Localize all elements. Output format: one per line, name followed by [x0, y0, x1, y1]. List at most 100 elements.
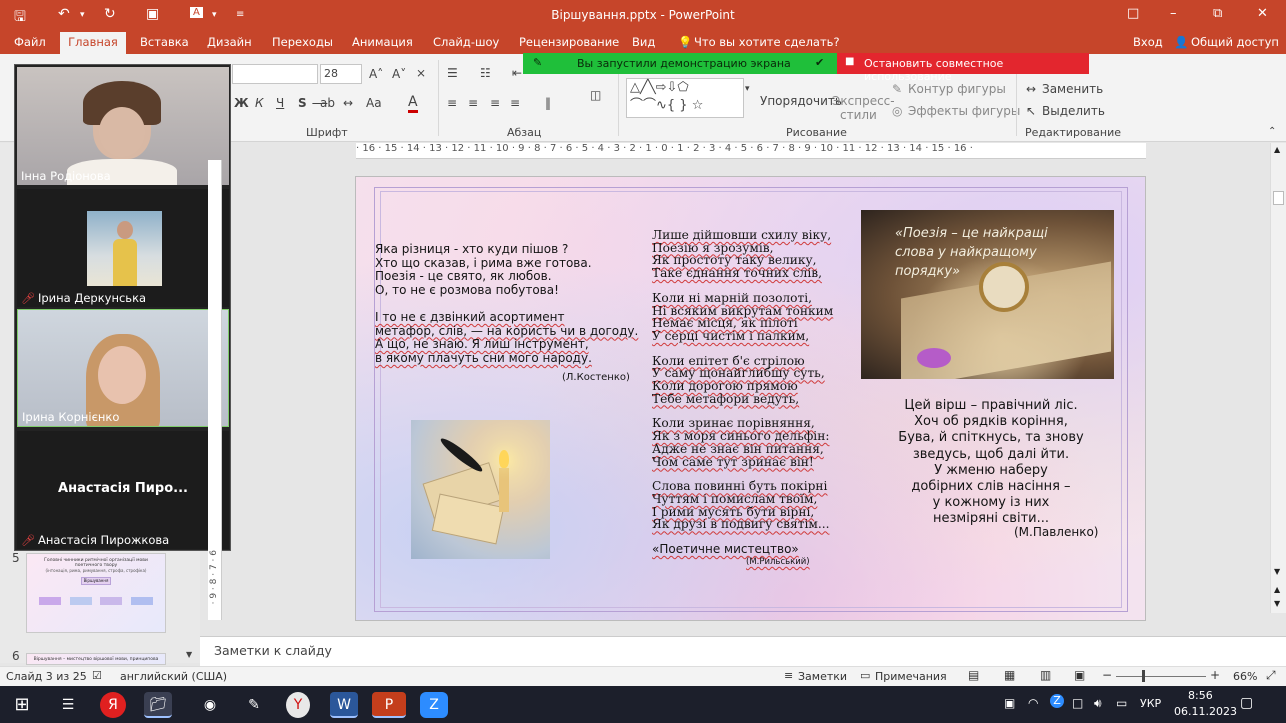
- notes-toggle[interactable]: Заметки: [798, 670, 847, 683]
- tab-slideshow[interactable]: Слайд-шоу: [433, 35, 499, 49]
- zoom-app-icon[interactable]: Z: [420, 692, 448, 718]
- spellcheck-icon[interactable]: ☑: [92, 669, 102, 682]
- shapes-gallery[interactable]: △╱╲⇨⇩⬠ ⌒⌒∿{ } ☆: [626, 78, 744, 118]
- tab-view[interactable]: Вид: [632, 35, 655, 49]
- align-center-icon[interactable]: ≡: [468, 96, 478, 110]
- zoom-slider[interactable]: [1116, 676, 1206, 677]
- zoom-in-button[interactable]: +: [1210, 668, 1220, 682]
- shrink-font-icon[interactable]: A˅: [392, 67, 406, 81]
- tab-design[interactable]: Дизайн: [207, 35, 252, 49]
- clear-format-icon[interactable]: ⨯: [416, 66, 426, 80]
- slide-thumbnail-6[interactable]: Віршування – мистецтво віршової мови, пр…: [26, 653, 166, 665]
- input-language[interactable]: УКР: [1140, 697, 1161, 710]
- slide-sorter-icon[interactable]: ▦: [1004, 668, 1015, 682]
- notes-pane[interactable]: Заметки к слайду: [200, 636, 1286, 666]
- notifications-icon[interactable]: ▢: [1240, 695, 1253, 711]
- network-icon[interactable]: □: [1072, 696, 1083, 710]
- paint-icon[interactable]: ✎: [240, 692, 268, 718]
- restore-icon[interactable]: ⧉: [1213, 6, 1222, 21]
- spacing-icon[interactable]: ↔: [343, 96, 353, 110]
- shape-effects-button[interactable]: Эффекты фигуры: [908, 104, 1020, 118]
- zoom-slider-thumb[interactable]: [1142, 670, 1145, 682]
- word-icon[interactable]: W: [330, 692, 358, 718]
- collapse-ribbon-icon[interactable]: ⌃: [1268, 126, 1276, 137]
- left-poem[interactable]: Яка різниця - хто куди пішов ? Хто що ск…: [375, 242, 638, 365]
- participant-tile[interactable]: Анастасія Пиро... 🎤︎ Анастасія Пирожкова: [17, 431, 229, 549]
- stop-sharing-button[interactable]: ■ Остановить совместное использование: [837, 53, 1089, 83]
- language-status[interactable]: английский (США): [120, 670, 227, 683]
- align-left-icon[interactable]: ≡: [447, 96, 457, 110]
- slideshow-icon[interactable]: ▣: [1074, 668, 1085, 682]
- comments-toggle[interactable]: Примечания: [875, 670, 947, 683]
- numbering-icon[interactable]: ☷: [480, 66, 491, 80]
- tell-me-search[interactable]: Что вы хотите сделать?: [694, 35, 840, 49]
- windows-start-icon[interactable]: ⊞: [8, 692, 36, 718]
- thumb-scroll-down-icon[interactable]: ▼: [186, 650, 192, 659]
- tab-home[interactable]: Главная: [60, 32, 126, 54]
- shapes-more-icon[interactable]: ▾: [745, 84, 750, 94]
- tab-insert[interactable]: Вставка: [140, 35, 189, 49]
- middle-poem[interactable]: Лише дійшовши схилу віку, Поезію я зрозу…: [652, 229, 833, 568]
- zoom-out-button[interactable]: −: [1102, 668, 1112, 682]
- grow-font-icon[interactable]: A˄: [369, 67, 383, 81]
- powerpoint-icon[interactable]: P: [372, 692, 406, 718]
- scroll-down-icon[interactable]: ▼: [1274, 567, 1280, 576]
- strikethrough-icon[interactable]: ̶a̶b: [320, 96, 335, 110]
- shadow-button[interactable]: S: [298, 96, 307, 110]
- replace-button[interactable]: Заменить: [1042, 82, 1103, 96]
- vertical-scrollbar[interactable]: ▲ ▼ ▲ ▼: [1270, 143, 1286, 613]
- clock-date[interactable]: 06.11.2023: [1174, 705, 1237, 718]
- right-poem[interactable]: Цей вірш – правічний ліс. Хоч об рядків …: [876, 398, 1106, 528]
- reading-view-icon[interactable]: ▥: [1040, 668, 1051, 682]
- clock-time[interactable]: 8:56: [1188, 689, 1213, 702]
- battery-icon[interactable]: ▭: [1116, 696, 1127, 710]
- yandex-icon[interactable]: Я: [100, 692, 126, 718]
- align-right-icon[interactable]: ≡: [490, 96, 500, 110]
- shape-outline-button[interactable]: Контур фигуры: [908, 82, 1006, 96]
- scroll-up-icon[interactable]: ▲: [1274, 145, 1280, 154]
- slide-thumbnail-5[interactable]: Головні чинники ритмічної організації мо…: [26, 553, 166, 633]
- columns-icon[interactable]: ‖: [545, 96, 551, 110]
- share-button[interactable]: Общий доступ: [1191, 35, 1279, 49]
- zoom-level[interactable]: 66%: [1233, 670, 1257, 683]
- wifi-icon[interactable]: ◠: [1028, 696, 1038, 710]
- participant-tile[interactable]: Інна Родіонова: [17, 67, 229, 185]
- zoom-tray-icon[interactable]: Z: [1050, 694, 1064, 708]
- file-explorer-icon[interactable]: 📁︎: [144, 692, 172, 718]
- yandex-browser-icon[interactable]: Y: [286, 692, 310, 718]
- close-icon[interactable]: ✕: [1257, 6, 1268, 21]
- tab-review[interactable]: Рецензирование: [519, 35, 619, 49]
- font-size-input[interactable]: 28: [320, 64, 362, 84]
- prev-slide-icon[interactable]: ▲: [1274, 585, 1280, 594]
- fit-slide-icon[interactable]: ⤢: [1266, 668, 1276, 683]
- participant-tile[interactable]: 🎤︎ Ірина Деркунська: [17, 189, 229, 307]
- decrease-indent-icon[interactable]: ⇤: [512, 66, 522, 80]
- slide-canvas[interactable]: Яка різниця - хто куди пішов ? Хто що ск…: [355, 176, 1146, 621]
- quick-styles-button[interactable]: Экспресс-: [832, 94, 895, 108]
- tray-app-icon[interactable]: ▣: [1004, 696, 1015, 710]
- tab-file[interactable]: Файл: [14, 35, 46, 49]
- task-view-icon[interactable]: ☰: [54, 692, 82, 718]
- italic-button[interactable]: К: [255, 96, 264, 110]
- minimize-icon[interactable]: –: [1170, 6, 1177, 21]
- next-slide-icon[interactable]: ▼: [1274, 599, 1280, 608]
- font-name-input[interactable]: [232, 64, 318, 84]
- justify-icon[interactable]: ≡: [510, 96, 520, 110]
- bold-button[interactable]: Ж: [234, 96, 249, 110]
- ribbon-display-icon[interactable]: □: [1127, 6, 1139, 21]
- smartart-icon[interactable]: ◫: [590, 88, 601, 102]
- participant-tile[interactable]: Ірина Корнієнко: [17, 309, 229, 427]
- tab-transitions[interactable]: Переходы: [272, 35, 333, 49]
- scroll-thumb[interactable]: [1273, 191, 1284, 205]
- bullets-icon[interactable]: ☰: [447, 66, 458, 80]
- app-icon[interactable]: ◉: [196, 692, 224, 718]
- font-color-button[interactable]: А: [408, 94, 418, 113]
- arrange-button[interactable]: Упорядочить: [760, 94, 842, 108]
- tab-animations[interactable]: Анимация: [352, 35, 413, 49]
- volume-icon[interactable]: 🔊︎: [1094, 696, 1102, 711]
- change-case-button[interactable]: Аа: [366, 96, 382, 110]
- signin-link[interactable]: Вход: [1133, 35, 1163, 49]
- select-button[interactable]: Выделить: [1042, 104, 1105, 118]
- book-image[interactable]: «Поезія – це найкращі слова у найкращому…: [861, 210, 1114, 379]
- quill-candle-image[interactable]: [411, 420, 550, 559]
